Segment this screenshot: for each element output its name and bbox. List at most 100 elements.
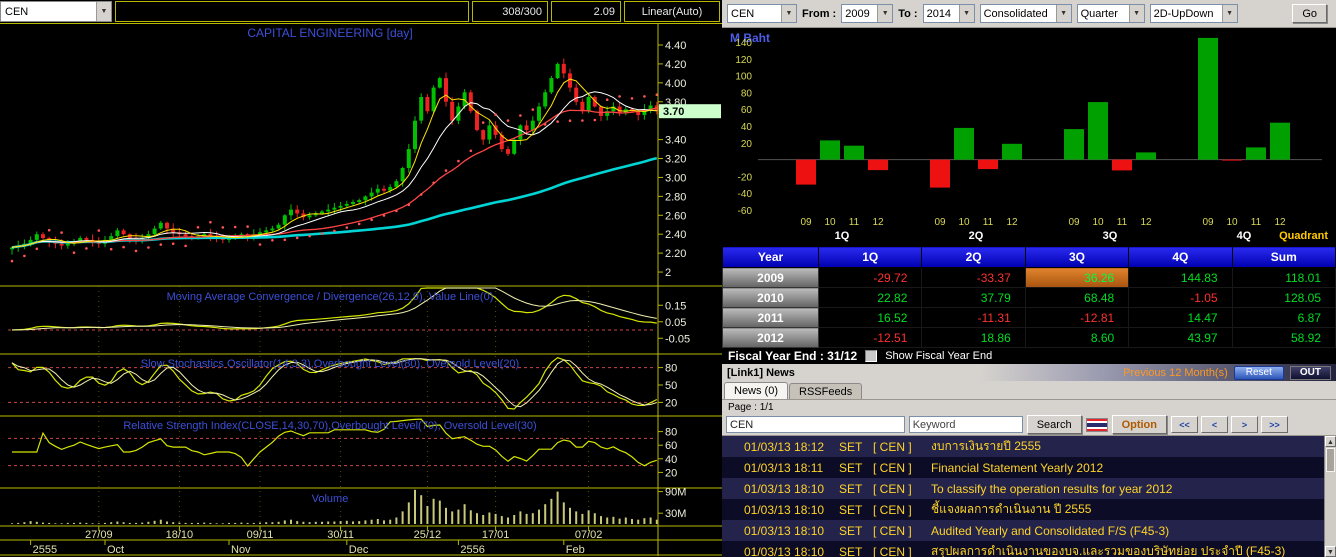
reset-button[interactable]: Reset xyxy=(1233,365,1284,380)
tab-rssfeeds[interactable]: RSSFeeds xyxy=(789,383,863,399)
quarterly-bar-chart-svg: M Baht14012010080604020-20-40-6009 10 11 12… xyxy=(730,31,1328,242)
to-year-value: 2014 xyxy=(926,7,952,20)
svg-text:Nov: Nov xyxy=(231,544,251,556)
chevron-down-icon[interactable]: ▼ xyxy=(877,5,893,22)
report-type-select[interactable]: Consolidated ▼ xyxy=(979,4,1072,23)
thai-flag-icon[interactable] xyxy=(1085,417,1108,432)
option-button[interactable]: Option xyxy=(1111,415,1167,434)
news-symbol: [ CEN ] xyxy=(873,439,912,454)
svg-text:2: 2 xyxy=(665,267,671,279)
chart-type-select[interactable]: 2D-UpDown ▼ xyxy=(1149,4,1238,23)
bar-3Q-2011 xyxy=(1112,159,1132,171)
previous-months-label[interactable]: Previous 12 Month(s) xyxy=(1123,367,1228,379)
chevron-down-icon[interactable]: ▼ xyxy=(1221,5,1237,22)
value-cell[interactable]: 118.01 xyxy=(1231,267,1336,288)
chevron-down-icon[interactable]: ▼ xyxy=(781,5,796,22)
value-cell[interactable]: -1.05 xyxy=(1128,287,1233,308)
to-year-select[interactable]: 2014 ▼ xyxy=(922,4,975,23)
svg-text:3.40: 3.40 xyxy=(665,135,686,147)
svg-text:12: 12 xyxy=(1140,217,1152,228)
value-cell[interactable]: 128.05 xyxy=(1231,287,1336,308)
chevron-down-icon[interactable]: ▼ xyxy=(96,2,111,21)
news-scrollbar[interactable]: ▲ ▼ xyxy=(1324,436,1336,557)
value-cell[interactable]: -11.31 xyxy=(921,307,1026,328)
svg-text:09: 09 xyxy=(1202,217,1214,228)
search-button[interactable]: Search xyxy=(1026,415,1082,434)
show-fiscal-checkbox[interactable] xyxy=(865,350,878,362)
svg-text:20: 20 xyxy=(741,139,753,150)
svg-text:80: 80 xyxy=(665,427,677,439)
prev-page-button[interactable]: < xyxy=(1201,416,1228,433)
svg-text:3.00: 3.00 xyxy=(665,172,686,184)
last-page-button[interactable]: >> xyxy=(1261,416,1288,433)
chevron-down-icon[interactable]: ▼ xyxy=(1055,5,1071,22)
svg-text:07/02: 07/02 xyxy=(575,529,603,541)
chart-toolbar: CEN ▼ 308/300 2.09 Linear(Auto) xyxy=(0,0,722,24)
fundamental-pane: CEN ▼ From : 2009 ▼ To : 2014 ▼ Consolid… xyxy=(722,0,1336,557)
stock-chart-svg: CAPITAL ENGINEERING [day] Moving Average … xyxy=(0,24,722,556)
news-item[interactable]: 01/03/13 18:10 SET [ CEN ] To classify the … xyxy=(722,478,1336,499)
value-cell[interactable]: -29.72 xyxy=(817,267,923,288)
news-item[interactable]: 01/03/13 18:10 SET [ CEN ] สรุปผลการดำเนินง… xyxy=(722,541,1336,557)
tab-news[interactable]: News (0) xyxy=(724,382,789,399)
value-cell[interactable]: -12.81 xyxy=(1024,307,1130,328)
svg-text:0.05: 0.05 xyxy=(665,317,686,329)
scale-mode-display[interactable]: Linear(Auto) xyxy=(624,1,720,22)
first-page-button[interactable]: << xyxy=(1171,416,1198,433)
year-cell[interactable]: 2012 xyxy=(722,327,819,348)
symbol-value: CEN xyxy=(731,7,755,20)
svg-text:0.15: 0.15 xyxy=(665,300,686,312)
scrollbar-thumb[interactable] xyxy=(1326,448,1335,472)
go-button[interactable]: Go xyxy=(1292,4,1327,23)
value-cell[interactable]: 68.48 xyxy=(1024,287,1130,308)
svg-text:Dec: Dec xyxy=(349,544,369,556)
value-cell[interactable]: 16.52 xyxy=(817,307,923,328)
news-symbol-input[interactable] xyxy=(726,416,905,433)
chevron-down-icon[interactable]: ▼ xyxy=(1128,5,1144,22)
value-cell[interactable]: 37.79 xyxy=(921,287,1026,308)
value-cell[interactable]: 6.87 xyxy=(1231,307,1336,328)
svg-text:20: 20 xyxy=(665,467,677,479)
news-item[interactable]: 01/03/13 18:11 SET [ CEN ] Financial Statem… xyxy=(722,457,1336,478)
year-cell[interactable]: 2010 xyxy=(722,287,819,308)
symbol-select[interactable]: CEN ▼ xyxy=(727,4,797,23)
value-cell[interactable]: 8.60 xyxy=(1024,327,1130,348)
value-cell[interactable]: 22.82 xyxy=(817,287,923,308)
scroll-down-icon[interactable]: ▼ xyxy=(1325,546,1336,557)
value-cell[interactable]: -33.37 xyxy=(921,267,1026,288)
keyword-input[interactable] xyxy=(908,416,1023,433)
svg-text:CAPITAL ENGINEERING [day]: CAPITAL ENGINEERING [day] xyxy=(247,26,412,40)
svg-text:2556: 2556 xyxy=(460,544,484,556)
news-source: SET xyxy=(839,460,863,475)
svg-text:12: 12 xyxy=(872,217,884,228)
year-cell[interactable]: 2011 xyxy=(722,307,819,328)
chart-symbol-select[interactable]: CEN ▼ xyxy=(0,1,112,22)
news-pagination: << < > >> xyxy=(1171,416,1288,433)
news-item[interactable]: 01/03/13 18:10 SET [ CEN ] ชี้แจงผลการดำเนิ… xyxy=(722,499,1336,520)
value-cell[interactable]: 144.83 xyxy=(1128,267,1233,288)
value-cell[interactable]: -12.51 xyxy=(817,327,923,348)
next-page-button[interactable]: > xyxy=(1231,416,1258,433)
from-year-select[interactable]: 2009 ▼ xyxy=(841,4,894,23)
symbol-entry-field[interactable] xyxy=(115,1,469,22)
bar-4Q-2010 xyxy=(1222,159,1242,161)
value-cell[interactable]: 36.26 xyxy=(1024,267,1130,288)
table-header: 3Q xyxy=(1024,246,1130,268)
value-cell[interactable]: 14.47 xyxy=(1128,307,1233,328)
chevron-down-icon[interactable]: ▼ xyxy=(958,5,974,22)
bar-1Q-2009 xyxy=(796,159,816,185)
svg-text:10: 10 xyxy=(958,217,970,228)
svg-text:60: 60 xyxy=(665,440,677,452)
svg-text:2.80: 2.80 xyxy=(665,191,686,203)
value-cell[interactable]: 58.92 xyxy=(1231,327,1336,348)
news-item[interactable]: 01/03/13 18:10 SET [ CEN ] Audited Yearly a… xyxy=(722,520,1336,541)
scroll-up-icon[interactable]: ▲ xyxy=(1325,436,1336,447)
news-symbol: [ CEN ] xyxy=(873,460,912,475)
news-item[interactable]: 01/03/13 18:12 SET [ CEN ] งบการเงินรายปี 2… xyxy=(722,436,1336,457)
period-select[interactable]: Quarter ▼ xyxy=(1076,4,1145,23)
out-button[interactable]: OUT xyxy=(1289,365,1331,380)
svg-text:-60: -60 xyxy=(738,206,753,217)
value-cell[interactable]: 18.86 xyxy=(921,327,1026,348)
value-cell[interactable]: 43.97 xyxy=(1128,327,1233,348)
year-cell[interactable]: 2009 xyxy=(722,267,819,288)
